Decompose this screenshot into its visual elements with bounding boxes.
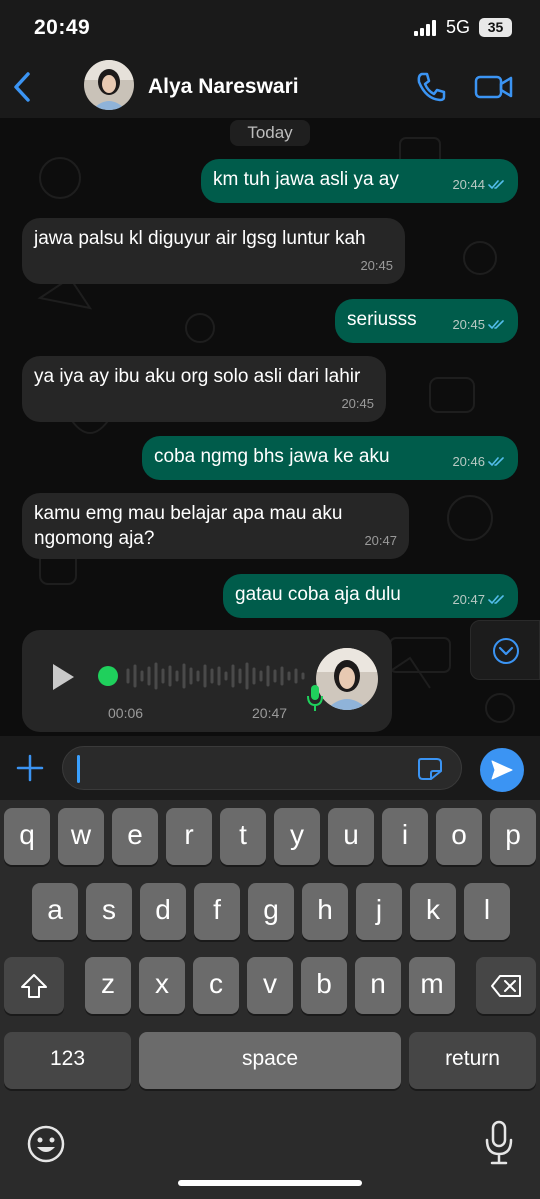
key-m[interactable]: m xyxy=(409,957,455,1014)
message-meta: 20:47 xyxy=(452,587,506,612)
message-meta: 20:44 xyxy=(452,172,506,197)
shift-key[interactable] xyxy=(4,957,64,1014)
key-p[interactable]: p xyxy=(490,808,536,865)
message-text: seriusss xyxy=(347,309,417,330)
sender-avatar xyxy=(316,648,378,710)
key-f[interactable]: f xyxy=(194,883,240,940)
message-input-bar xyxy=(0,736,540,800)
message-time: 20:45 xyxy=(452,317,485,332)
key-q[interactable]: q xyxy=(4,808,50,865)
playback-position-dot[interactable] xyxy=(98,666,118,686)
key-a[interactable]: a xyxy=(32,883,78,940)
message-time: 20:45 xyxy=(341,396,374,411)
message-bubble-outgoing[interactable]: coba ngmg bhs jawa ke aku 20:46 xyxy=(142,436,518,480)
key-n[interactable]: n xyxy=(355,957,401,1014)
play-icon[interactable] xyxy=(50,662,76,692)
key-g[interactable]: g xyxy=(248,883,294,940)
keyboard: qwertyuiop asdfghjkl zxcvbnm 123 space r… xyxy=(0,800,540,1199)
key-y[interactable]: y xyxy=(274,808,320,865)
numbers-key[interactable]: 123 xyxy=(4,1032,131,1089)
read-ticks-icon xyxy=(488,180,504,190)
sticker-icon[interactable] xyxy=(417,757,443,781)
key-k[interactable]: k xyxy=(410,883,456,940)
dictation-mic-icon[interactable] xyxy=(482,1120,516,1166)
status-time: 20:49 xyxy=(34,16,91,39)
key-u[interactable]: u xyxy=(328,808,374,865)
message-meta: 20:46 xyxy=(452,449,506,474)
message-text: ya iya ay ibu aku org solo asli dari lah… xyxy=(34,366,361,387)
video-call-icon[interactable] xyxy=(474,72,514,102)
status-bar: 20:49 5G 35 xyxy=(0,0,540,56)
key-x[interactable]: x xyxy=(139,957,185,1014)
space-key[interactable]: space xyxy=(139,1032,401,1089)
text-caret xyxy=(77,755,80,783)
message-text: jawa palsu kl diguyur air lgsg luntur ka… xyxy=(34,228,366,249)
key-b[interactable]: b xyxy=(301,957,347,1014)
voice-duration: 00:06 xyxy=(108,705,144,721)
chat-area[interactable]: Today km tuh jawa asli ya ay 20:44 jawa … xyxy=(0,118,540,736)
read-ticks-icon xyxy=(488,320,504,330)
voice-note-bubble[interactable]: 00:06 20:47 xyxy=(22,630,392,732)
key-h[interactable]: h xyxy=(302,883,348,940)
chevron-down-icon xyxy=(493,638,519,664)
scroll-to-bottom-button[interactable] xyxy=(470,620,540,680)
message-meta: 20:45 xyxy=(452,312,506,337)
cell-signal-icon xyxy=(414,20,436,36)
date-separator: Today xyxy=(230,120,310,146)
message-bubble-outgoing[interactable]: km tuh jawa asli ya ay 20:44 xyxy=(201,159,518,203)
message-text: coba ngmg bhs jawa ke aku xyxy=(154,446,390,467)
attach-plus-icon[interactable] xyxy=(16,754,44,782)
backspace-icon xyxy=(491,974,521,997)
key-j[interactable]: j xyxy=(356,883,402,940)
home-indicator[interactable] xyxy=(178,1180,362,1186)
back-chevron-icon[interactable] xyxy=(10,70,36,104)
return-key[interactable]: return xyxy=(409,1032,536,1089)
message-bubble-outgoing[interactable]: seriusss 20:45 xyxy=(335,299,518,343)
message-meta: 20:47 xyxy=(364,528,397,553)
message-time: 20:47 xyxy=(252,705,288,721)
key-v[interactable]: v xyxy=(247,957,293,1014)
voice-call-icon[interactable] xyxy=(414,70,448,104)
message-text: km tuh jawa asli ya ay xyxy=(213,169,399,190)
waveform[interactable] xyxy=(124,660,312,692)
message-time: 20:47 xyxy=(452,592,485,607)
send-icon xyxy=(491,760,513,780)
key-t[interactable]: t xyxy=(220,808,266,865)
backspace-key[interactable] xyxy=(476,957,536,1014)
key-w[interactable]: w xyxy=(58,808,104,865)
message-time: 20:46 xyxy=(452,454,485,469)
message-bubble-outgoing[interactable]: gatau coba aja dulu 20:47 xyxy=(223,574,518,618)
shift-icon xyxy=(21,973,47,998)
chat-header: Alya Nareswari xyxy=(0,56,540,118)
key-o[interactable]: o xyxy=(436,808,482,865)
message-meta: 20:45 xyxy=(341,391,374,416)
contact-name[interactable]: Alya Nareswari xyxy=(148,75,299,99)
message-text: gatau coba aja dulu xyxy=(235,584,401,605)
contact-avatar[interactable] xyxy=(84,60,134,110)
key-z[interactable]: z xyxy=(85,957,131,1014)
message-input[interactable] xyxy=(62,746,462,790)
battery-icon: 35 xyxy=(479,18,512,37)
key-d[interactable]: d xyxy=(140,883,186,940)
message-time: 20:47 xyxy=(364,533,397,548)
message-text: kamu emg mau belajar apa mau aku ngomong… xyxy=(34,503,343,549)
message-bubble-incoming[interactable]: ya iya ay ibu aku org solo asli dari lah… xyxy=(22,356,386,422)
emoji-icon[interactable] xyxy=(26,1124,66,1164)
read-ticks-icon xyxy=(488,595,504,605)
key-s[interactable]: s xyxy=(86,883,132,940)
send-button[interactable] xyxy=(480,748,524,792)
key-e[interactable]: e xyxy=(112,808,158,865)
key-l[interactable]: l xyxy=(464,883,510,940)
message-time: 20:44 xyxy=(452,177,485,192)
message-meta: 20:45 xyxy=(360,253,393,278)
message-time: 20:45 xyxy=(360,258,393,273)
microphone-icon xyxy=(307,685,323,711)
network-type: 5G xyxy=(446,17,471,37)
key-r[interactable]: r xyxy=(166,808,212,865)
key-c[interactable]: c xyxy=(193,957,239,1014)
key-i[interactable]: i xyxy=(382,808,428,865)
read-ticks-icon xyxy=(488,457,504,467)
message-bubble-incoming[interactable]: kamu emg mau belajar apa mau aku ngomong… xyxy=(22,493,409,559)
message-bubble-incoming[interactable]: jawa palsu kl diguyur air lgsg luntur ka… xyxy=(22,218,405,284)
